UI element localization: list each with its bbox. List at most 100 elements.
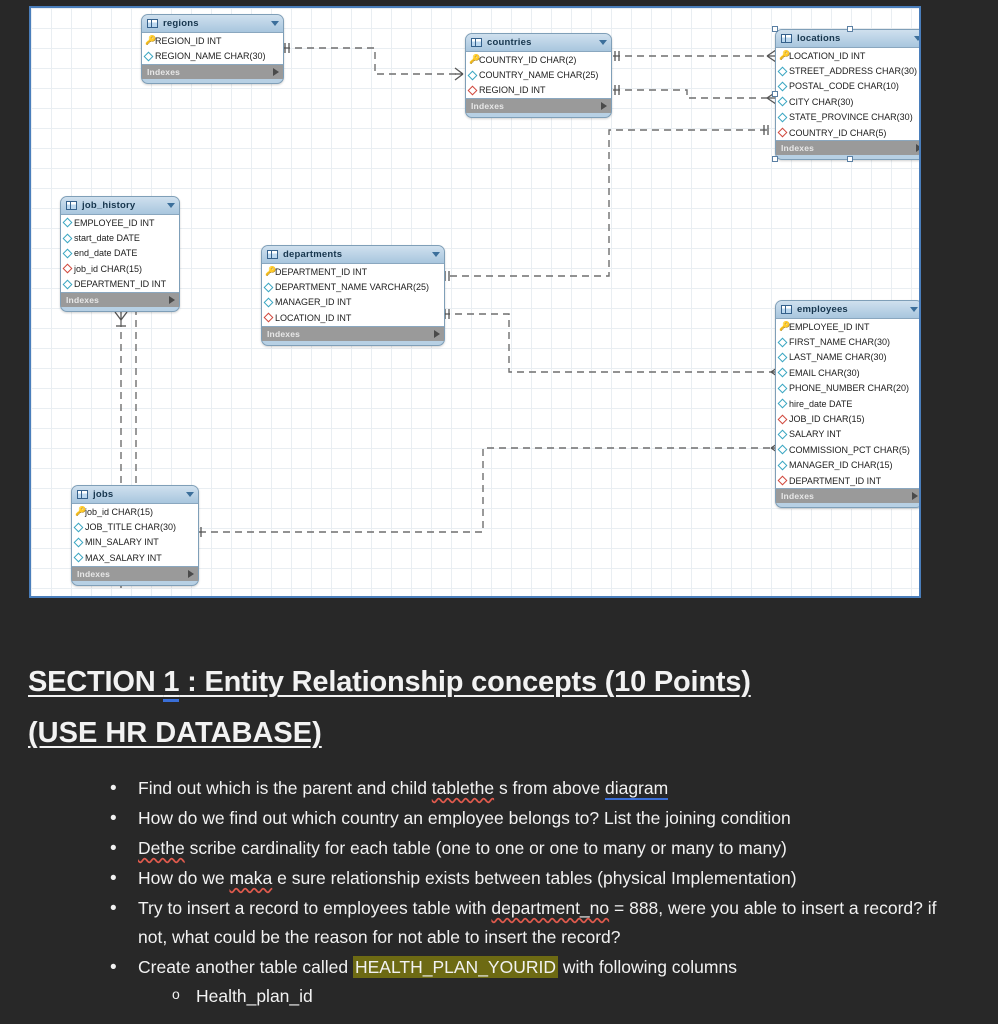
expand-arrow-icon[interactable] xyxy=(434,329,440,338)
indexes-row[interactable]: Indexes xyxy=(142,64,283,79)
column-list: 🔑 LOCATION_ID INT STREET_ADDRESS CHAR(30)… xyxy=(776,47,919,142)
table-header[interactable]: countries xyxy=(466,34,611,51)
table-column: COUNTRY_ID CHAR(5) xyxy=(776,125,919,140)
selection-handle[interactable] xyxy=(772,26,778,32)
list-item: Find out which is the parent and child t… xyxy=(110,773,970,805)
table-column: POSTAL_CODE CHAR(10) xyxy=(776,79,919,94)
column-label: PHONE_NUMBER CHAR(20) xyxy=(789,383,910,394)
table-column: COMMISSION_PCT CHAR(5) xyxy=(776,442,919,457)
table-column: EMPLOYEE_ID INT xyxy=(61,215,179,230)
column-label: DEPARTMENT_ID INT xyxy=(789,475,882,486)
table-column: DEPARTMENT_ID INT xyxy=(776,473,919,488)
table-column: SALARY INT xyxy=(776,427,919,442)
table-icon xyxy=(471,38,482,47)
spell-error-text: Dethe xyxy=(138,838,185,859)
table-header[interactable]: regions xyxy=(142,15,283,32)
column-list: 🔑 REGION_ID INT REGION_NAME CHAR(30) xyxy=(142,32,283,65)
er-diagram-canvas[interactable]: regions 🔑 REGION_ID INT REGION_NAME CHAR(… xyxy=(29,6,921,598)
expand-arrow-icon[interactable] xyxy=(601,102,607,111)
column-label: hire_date DATE xyxy=(789,398,853,409)
table-column: 🔑 job_id CHAR(15) xyxy=(72,504,198,519)
column-icon xyxy=(777,367,788,378)
chevron-down-icon[interactable] xyxy=(167,203,175,208)
column-label: EMPLOYEE_ID INT xyxy=(789,321,870,332)
expand-arrow-icon[interactable] xyxy=(169,295,175,304)
selection-handle[interactable] xyxy=(847,26,853,32)
column-icon xyxy=(777,66,788,77)
expand-arrow-icon[interactable] xyxy=(916,144,919,153)
primary-key-icon: 🔑 xyxy=(265,266,277,277)
indexes-row[interactable]: Indexes xyxy=(466,99,611,114)
selection-handle[interactable] xyxy=(772,91,778,97)
table-column: FIRST_NAME CHAR(30) xyxy=(776,334,919,349)
selection-handle[interactable] xyxy=(847,156,853,162)
table-column: STATE_PROVINCE CHAR(30) xyxy=(776,110,919,125)
expand-arrow-icon[interactable] xyxy=(273,67,279,76)
bullet-text: How do we xyxy=(138,868,230,889)
column-label: MIN_SALARY INT xyxy=(85,537,159,548)
chevron-down-icon[interactable] xyxy=(599,40,607,45)
table-regions[interactable]: regions 🔑 REGION_ID INT REGION_NAME CHAR(… xyxy=(141,14,284,84)
column-icon xyxy=(62,248,73,259)
bullet-text: How do we find out which country an empl… xyxy=(138,808,791,829)
indexes-row[interactable]: Indexes xyxy=(776,489,919,504)
indexes-row[interactable]: Indexes xyxy=(61,292,179,307)
foreign-key-icon xyxy=(777,127,788,138)
chevron-down-icon[interactable] xyxy=(186,492,194,497)
column-label: LOCATION_ID INT xyxy=(789,50,866,61)
table-icon xyxy=(781,34,792,43)
column-label: end_date DATE xyxy=(74,248,138,259)
column-list: 🔑 job_id CHAR(15) JOB_TITLE CHAR(30) MIN_… xyxy=(72,503,198,567)
primary-key-icon: 🔑 xyxy=(145,35,157,46)
column-icon xyxy=(263,297,274,308)
column-label: MANAGER_ID CHAR(15) xyxy=(789,460,893,471)
table-jobs[interactable]: jobs 🔑 job_id CHAR(15) JOB_TITLE CHAR(30)… xyxy=(71,485,199,586)
expand-arrow-icon[interactable] xyxy=(912,492,918,501)
indexes-row[interactable]: Indexes xyxy=(776,141,919,156)
column-label: start_date DATE xyxy=(74,233,140,244)
chevron-down-icon[interactable] xyxy=(910,307,918,312)
table-column: hire_date DATE xyxy=(776,396,919,411)
column-label: DEPARTMENT_ID INT xyxy=(74,279,167,290)
table-header[interactable]: departments xyxy=(262,246,444,263)
column-icon xyxy=(62,217,73,228)
expand-arrow-icon[interactable] xyxy=(188,569,194,578)
table-locations[interactable]: locations 🔑 LOCATION_ID INT STREET_ADDRES… xyxy=(775,29,919,161)
table-column: 🔑 COUNTRY_ID CHAR(2) xyxy=(466,52,611,67)
bullet-text: with following columns xyxy=(558,957,737,978)
table-icon xyxy=(781,305,792,314)
chevron-down-icon[interactable] xyxy=(914,36,919,41)
table-header[interactable]: employees xyxy=(776,301,919,318)
selection-handle[interactable] xyxy=(772,156,778,162)
table-header[interactable]: locations xyxy=(776,30,919,47)
table-employees[interactable]: employees 🔑 EMPLOYEE_ID INT FIRST_NAME CH… xyxy=(775,300,919,509)
indexes-row[interactable]: Indexes xyxy=(72,566,198,581)
column-label: CITY CHAR(30) xyxy=(789,96,854,107)
table-countries[interactable]: countries 🔑 COUNTRY_ID CHAR(2) COUNTRY_NA… xyxy=(465,33,612,119)
list-item: How do we maka e sure relationship exist… xyxy=(110,863,970,895)
table-job-history[interactable]: job_history EMPLOYEE_ID INT start_date D… xyxy=(60,196,180,312)
column-label: EMAIL CHAR(30) xyxy=(789,367,860,378)
column-label: COUNTRY_ID CHAR(5) xyxy=(789,127,887,138)
table-departments[interactable]: departments 🔑 DEPARTMENT_ID INT DEPARTMEN… xyxy=(261,245,445,346)
list-item: Try to insert a record to employees tabl… xyxy=(110,893,970,952)
bullet-text: Create another table called xyxy=(138,957,353,978)
table-column: 🔑 EMPLOYEE_ID INT xyxy=(776,319,919,334)
chevron-down-icon[interactable] xyxy=(271,21,279,26)
column-label: JOB_ID CHAR(15) xyxy=(789,414,865,425)
table-name: countries xyxy=(487,37,532,48)
indexes-label: Indexes xyxy=(77,568,111,579)
primary-key-icon: 🔑 xyxy=(469,54,481,65)
chevron-down-icon[interactable] xyxy=(432,252,440,257)
table-header[interactable]: jobs xyxy=(72,486,198,503)
column-label: REGION_ID INT xyxy=(155,35,222,46)
indexes-label: Indexes xyxy=(66,294,100,305)
diagram-link[interactable]: diagram xyxy=(604,778,669,800)
section-title-rest: : Entity Relationship concepts (10 Point… xyxy=(179,666,751,698)
indexes-row[interactable]: Indexes xyxy=(262,326,444,341)
table-header[interactable]: job_history xyxy=(61,197,179,214)
column-icon xyxy=(777,81,788,92)
column-list: 🔑 DEPARTMENT_ID INT DEPARTMENT_NAME VARCH… xyxy=(262,263,444,327)
sub-list: Health_plan_id xyxy=(138,982,970,1011)
foreign-key-icon xyxy=(62,263,73,274)
